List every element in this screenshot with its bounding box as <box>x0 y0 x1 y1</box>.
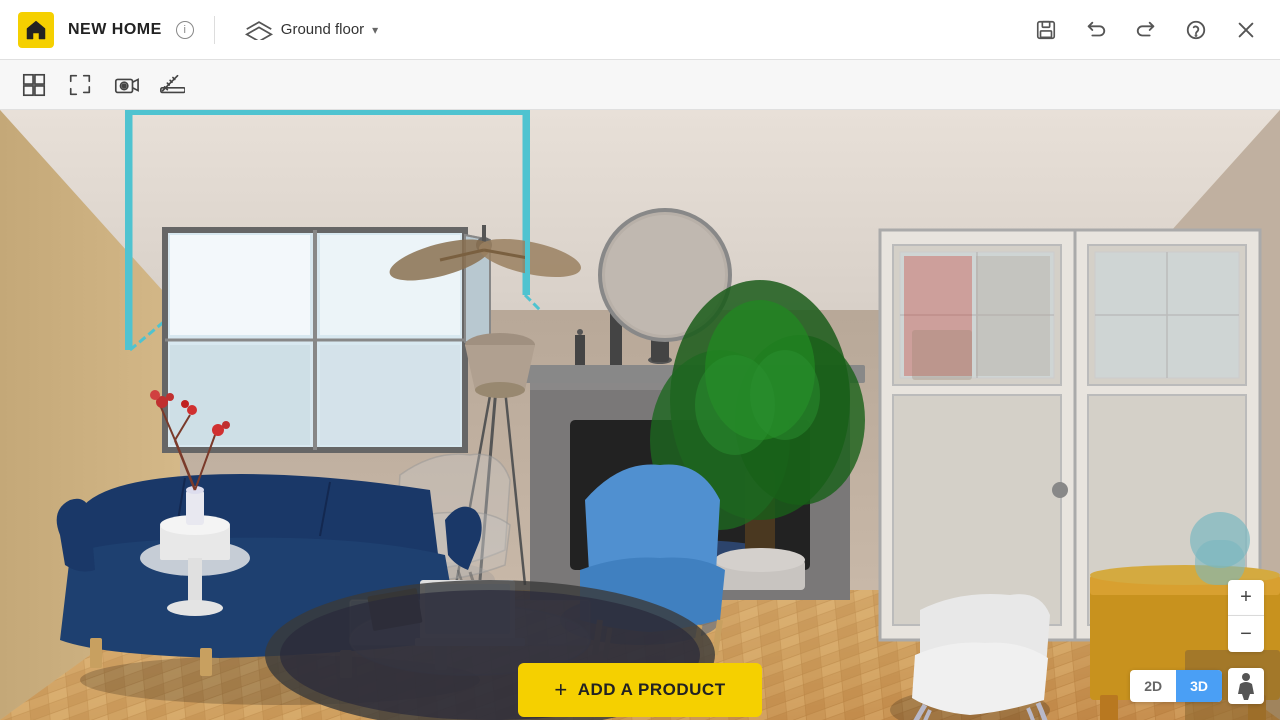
selection-frame-top <box>125 110 525 115</box>
measure-button[interactable] <box>152 66 192 104</box>
save-button[interactable] <box>1030 14 1062 46</box>
add-product-button[interactable]: + ADD A PRODUCT <box>518 663 761 717</box>
chevron-down-icon: ▾ <box>372 23 378 37</box>
grid-toggle-button[interactable] <box>14 66 54 104</box>
selection-frame-right <box>525 110 530 295</box>
bottom-toolbar: + ADD A PRODUCT <box>0 660 1280 720</box>
divider <box>214 16 215 44</box>
topbar-left: NEW HOME i Ground floor ▾ <box>18 12 388 48</box>
app-logo[interactable] <box>18 12 54 48</box>
camera-3d-button[interactable] <box>106 66 146 104</box>
selection-frame-left <box>125 110 130 350</box>
info-icon[interactable]: i <box>176 21 194 39</box>
fullscreen-button[interactable] <box>60 66 100 104</box>
close-button[interactable] <box>1230 14 1262 46</box>
floor-icon <box>245 20 273 40</box>
add-product-icon: + <box>554 677 567 703</box>
project-name: NEW HOME <box>68 21 162 39</box>
main-3d-view[interactable]: + − 2D 3D + ADD A PRODUCT <box>0 110 1280 720</box>
zoom-in-button[interactable]: + <box>1228 580 1264 616</box>
help-button[interactable] <box>1180 14 1212 46</box>
room-scene <box>0 110 1280 720</box>
floor-label: Ground floor <box>281 21 364 38</box>
zoom-controls: + − <box>1228 580 1264 652</box>
topbar-right <box>1030 14 1262 46</box>
zoom-out-button[interactable]: − <box>1228 616 1264 652</box>
floor-selector[interactable]: Ground floor ▾ <box>235 14 388 46</box>
redo-button[interactable] <box>1130 14 1162 46</box>
room-svg <box>0 110 1280 720</box>
top-bar: NEW HOME i Ground floor ▾ <box>0 0 1280 60</box>
secondary-toolbar <box>0 60 1280 110</box>
undo-button[interactable] <box>1080 14 1112 46</box>
add-product-label: ADD A PRODUCT <box>578 680 726 700</box>
